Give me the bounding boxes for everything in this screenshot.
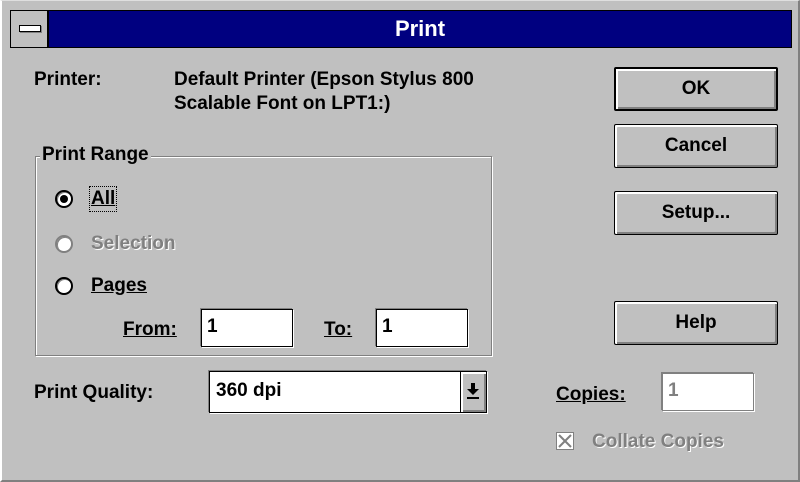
to-label: To: [324, 319, 352, 341]
copies-label-text: Copies: [556, 384, 626, 405]
system-menu-button[interactable] [11, 11, 49, 47]
printer-name-line2: Scalable Font on LPT1:) [174, 93, 391, 114]
copies-label: Copies: [556, 384, 626, 406]
radio-selection-label[interactable]: Selection [91, 233, 175, 255]
print-quality-select[interactable]: 360 dpi [209, 371, 487, 413]
copies-input[interactable]: 1 [662, 373, 754, 411]
window-title: Print [394, 16, 446, 41]
system-menu-icon [19, 25, 41, 32]
radio-pages[interactable] [55, 277, 73, 295]
radio-all-text: All [91, 188, 116, 209]
radio-pages-label[interactable]: Pages [91, 275, 147, 297]
to-page-input[interactable]: 1 [376, 309, 468, 347]
print-range-legend: Print Range [40, 144, 151, 166]
cancel-button-label: Cancel [664, 135, 728, 156]
help-button-label: Help [675, 312, 717, 333]
printer-label: Printer: [34, 69, 102, 90]
checkmark-icon [558, 434, 572, 448]
radio-pages-text: Pages [91, 275, 147, 296]
radio-selected-dot [60, 195, 68, 203]
printer-name-line1: Default Printer (Epson Stylus 800 [174, 69, 474, 90]
ok-button[interactable]: OK [614, 67, 778, 111]
cancel-button[interactable]: Cancel [614, 124, 778, 168]
collate-copies-label[interactable]: Collate Copies [592, 431, 724, 453]
setup-button[interactable]: Setup... [614, 191, 778, 235]
radio-all[interactable] [55, 190, 73, 208]
print-dialog: Print Printer: Default Printer (Epson St… [0, 0, 800, 482]
from-label-text: From: [123, 319, 177, 340]
title-bar[interactable]: Print [10, 10, 792, 48]
radio-selection[interactable] [55, 235, 73, 253]
to-label-text: To: [324, 319, 353, 340]
radio-all-label[interactable]: All [88, 186, 118, 212]
help-button[interactable]: Help [614, 301, 778, 345]
dropdown-arrow-icon [467, 383, 479, 399]
dropdown-button[interactable] [460, 372, 486, 412]
from-page-input[interactable]: 1 [201, 309, 293, 347]
print-quality-value: 360 dpi [216, 380, 282, 401]
ok-button-label: OK [681, 78, 711, 99]
collate-checkbox[interactable] [556, 432, 574, 450]
print-quality-label: Print Quality: [34, 382, 154, 403]
setup-button-label: Setup... [661, 202, 731, 223]
from-label: From: [123, 319, 177, 341]
